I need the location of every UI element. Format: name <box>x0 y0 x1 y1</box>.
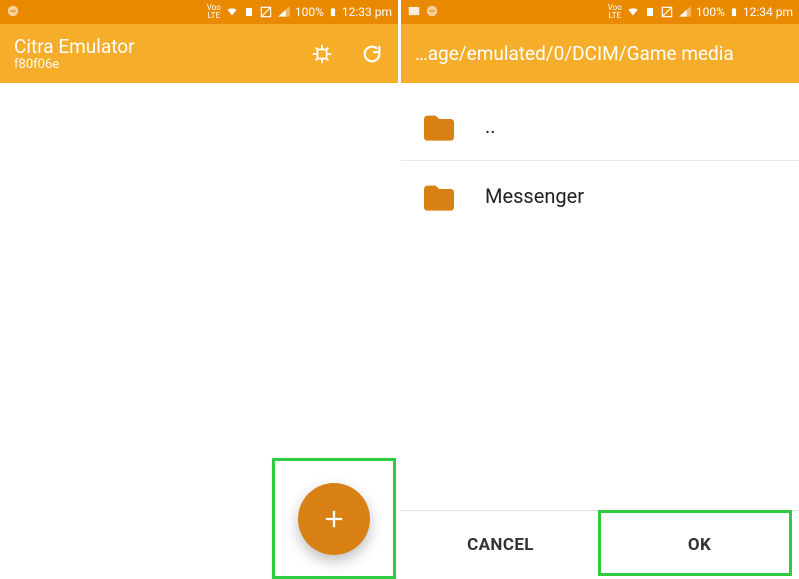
screen-file-picker: VooLTE 100% 12:34 pm …age/emulated/0/DCI… <box>401 0 799 579</box>
sim-icon <box>243 5 255 19</box>
app-title: Citra Emulator <box>14 35 135 58</box>
battery-icon <box>729 5 739 19</box>
clock-label: 12:34 pm <box>743 5 793 19</box>
battery-icon <box>328 5 338 19</box>
no-sim-icon <box>259 5 273 19</box>
battery-label: 100% <box>696 5 725 19</box>
file-list: .. Messenger <box>401 83 799 231</box>
cancel-button[interactable]: CANCEL <box>401 511 600 579</box>
refresh-icon[interactable] <box>360 42 384 66</box>
status-bar: VooLTE 100% 12:33 pm <box>0 0 398 24</box>
wifi-icon <box>626 5 640 19</box>
signal-icon <box>277 5 291 19</box>
no-sim-icon <box>660 5 674 19</box>
sim-icon <box>644 5 656 19</box>
battery-label: 100% <box>295 5 324 19</box>
picker-action-bar: …age/emulated/0/DCIM/Game media <box>401 24 799 83</box>
app-action-bar: Citra Emulator f80f06e <box>0 24 398 83</box>
current-path: …age/emulated/0/DCIM/Game media <box>415 42 734 65</box>
folder-label: Messenger <box>485 184 584 208</box>
ok-button[interactable]: OK <box>600 511 799 579</box>
volte-icon: VooLTE <box>608 4 622 20</box>
screen-citra: VooLTE 100% 12:33 pm Citra Emulator f80f… <box>0 0 398 579</box>
status-bar: VooLTE 100% 12:34 pm <box>401 0 799 24</box>
wifi-icon <box>225 5 239 19</box>
folder-messenger-row[interactable]: Messenger <box>401 161 799 231</box>
fab-highlight <box>272 458 396 579</box>
clock-label: 12:33 pm <box>342 5 392 19</box>
folder-up-row[interactable]: .. <box>401 91 799 161</box>
volte-icon: VooLTE <box>207 4 221 20</box>
plus-icon <box>320 505 348 533</box>
cpu-icon[interactable] <box>310 42 334 66</box>
do-not-disturb-icon <box>425 4 439 21</box>
folder-icon <box>419 109 459 143</box>
app-build-id: f80f06e <box>14 57 135 72</box>
gallery-icon <box>407 4 421 21</box>
folder-icon <box>419 179 459 213</box>
folder-label: .. <box>485 114 496 138</box>
dialog-button-bar: CANCEL OK <box>401 510 799 579</box>
signal-icon <box>678 5 692 19</box>
do-not-disturb-icon <box>6 4 20 21</box>
add-game-fab[interactable] <box>298 483 370 555</box>
